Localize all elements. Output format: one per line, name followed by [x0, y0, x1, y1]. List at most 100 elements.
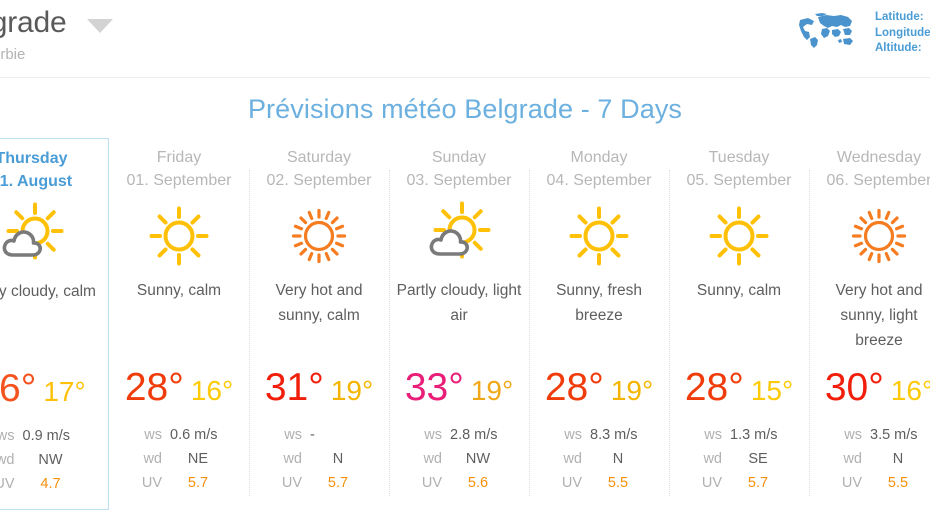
- day-name: Sunday: [431, 149, 487, 166]
- day-date: 04. September: [546, 172, 652, 189]
- weather-condition: Sunny, fresh breeze: [556, 282, 642, 324]
- metric-wind-direction: wd NW: [389, 447, 529, 471]
- forecast-day-column[interactable]: Thursday 31. August Partly cloudy, calm 26°…: [0, 138, 109, 510]
- metric-wind-direction: wd NE: [109, 447, 249, 471]
- metric-value-wd: NW: [465, 451, 491, 467]
- metric-wind-speed: ws 1.3 m/s: [669, 423, 809, 447]
- temperature-low: 19°: [610, 375, 654, 406]
- weather-condition: Sunny, calm: [136, 282, 222, 299]
- weather-condition: Partly cloudy, light air: [396, 282, 522, 324]
- metric-uv-index: UV 5.7: [109, 471, 249, 495]
- geo-label-latitude: Latitude:: [875, 11, 924, 23]
- city-name: Belgrade: [0, 6, 67, 39]
- day-metrics: ws 2.8 m/s wd NW UV 5.6: [389, 423, 529, 495]
- metric-value-ws: 1.3 m/s: [730, 427, 778, 443]
- geo-info: Latitude: 44. Longitude: 20. Altitude: 9…: [795, 10, 930, 57]
- metric-wind-direction: wd NW: [0, 448, 108, 472]
- temperature-low: 15°: [750, 375, 794, 406]
- metric-uv-index: UV 5.7: [669, 471, 809, 495]
- chevron-down-icon[interactable]: [86, 19, 113, 33]
- metric-value-uv: 5.6: [467, 475, 489, 491]
- metric-label-wd: wd: [0, 452, 15, 468]
- forecast-day-column[interactable]: Monday 04. September Sunny, fresh breeze 28…: [529, 138, 669, 510]
- city-selector[interactable]: Belgrade: [0, 6, 113, 40]
- geo-row-latitude: Latitude: 44.: [875, 10, 930, 26]
- metric-label-uv: UV: [0, 476, 15, 492]
- metric-uv-index: UV 4.7: [0, 472, 108, 496]
- day-metrics: ws 3.5 m/s wd N UV 5.5: [809, 423, 930, 495]
- metric-wind-speed: ws 8.3 m/s: [529, 423, 669, 447]
- metric-label-ws: ws: [0, 428, 15, 444]
- temperature-low: 16°: [890, 375, 930, 406]
- metric-uv-index: UV 5.7: [249, 471, 389, 495]
- temperature-pair: 26°17°: [0, 369, 108, 408]
- forecast-day-column[interactable]: Sunday 03. September Partly cloudy, light …: [389, 138, 529, 510]
- temperature-low: 16°: [190, 375, 234, 406]
- temperature-high: 28°: [684, 366, 744, 409]
- metric-value-ws: 0.6 m/s: [170, 427, 218, 443]
- very-hot-sunny-icon: [249, 200, 389, 272]
- temperature-low: 19°: [470, 375, 514, 406]
- metric-wind-speed: ws 2.8 m/s: [389, 423, 529, 447]
- metric-wind-direction: wd SE: [669, 447, 809, 471]
- metric-label-uv: UV: [841, 475, 862, 491]
- metric-label-ws: ws: [144, 427, 162, 443]
- metric-label-wd: wd: [563, 451, 582, 467]
- metric-label-ws: ws: [704, 427, 722, 443]
- metric-value-uv: 5.7: [187, 475, 209, 491]
- metric-value-wd: N: [332, 451, 344, 467]
- day-name: Friday: [156, 149, 202, 166]
- metric-value-wd: N: [892, 451, 904, 467]
- very-hot-sunny-icon: [809, 200, 930, 272]
- metric-value-ws: -: [310, 427, 315, 443]
- metric-value-ws: 0.9 m/s: [22, 428, 71, 444]
- day-date: 05. September: [686, 172, 792, 189]
- forecast-day-column[interactable]: Wednesday 06. September Very hot and sunny…: [809, 138, 930, 510]
- metric-value-ws: 3.5 m/s: [870, 427, 918, 443]
- metric-value-ws: 8.3 m/s: [590, 427, 638, 443]
- metric-value-wd: N: [612, 451, 624, 467]
- forecast-row: Thursday 31. August Partly cloudy, calm 26°…: [0, 138, 930, 510]
- metric-label-uv: UV: [281, 475, 302, 491]
- weather-condition: Partly cloudy, calm: [0, 283, 96, 300]
- day-metrics: ws 0.6 m/s wd NE UV 5.7: [109, 423, 249, 495]
- geo-label-altitude: Altitude:: [875, 42, 922, 54]
- forecast-day-column[interactable]: Saturday 02. September Very hot and sunny,…: [249, 138, 389, 510]
- temperature-high: 30°: [824, 366, 884, 409]
- page-title: Prévisions météo Belgrade - 7 Days: [247, 94, 683, 124]
- metric-wind-speed: ws 0.6 m/s: [109, 423, 249, 447]
- temperature-high: 28°: [544, 366, 604, 409]
- partly-cloudy-icon: [0, 201, 108, 273]
- metric-value-wd: NE: [187, 451, 209, 467]
- metric-label-ws: ws: [564, 427, 582, 443]
- metric-label-wd: wd: [143, 451, 162, 467]
- partly-cloudy-icon: [389, 200, 529, 272]
- day-date: 02. September: [266, 172, 372, 189]
- metric-label-wd: wd: [703, 451, 722, 467]
- metric-label-uv: UV: [701, 475, 722, 491]
- day-name: Saturday: [286, 149, 352, 166]
- day-date: 31. August: [0, 173, 73, 190]
- sunny-icon: [109, 200, 249, 272]
- country-name: Serbie: [0, 46, 26, 63]
- metric-value-wd: NW: [38, 452, 63, 468]
- metric-wind-speed: ws -: [249, 423, 389, 447]
- temperature-pair: 28° 15°: [669, 368, 809, 407]
- temperature-high: 28°: [124, 366, 184, 409]
- metric-value-uv: 4.7: [40, 476, 61, 492]
- metric-uv-index: UV 5.5: [809, 471, 930, 495]
- metric-label-wd: wd: [423, 451, 442, 467]
- geo-row-longitude: Longitude: 20.: [875, 26, 930, 42]
- day-metrics: ws 8.3 m/s wd N UV 5.5: [529, 423, 669, 495]
- metric-wind-direction: wd N: [809, 447, 930, 471]
- day-metrics: ws - wd N UV 5.7: [249, 423, 389, 495]
- day-date: 06. September: [826, 172, 930, 189]
- temperature-pair: 30° 16°: [809, 368, 930, 407]
- geo-table: Latitude: 44. Longitude: 20. Altitude: 9…: [875, 10, 930, 57]
- sunny-icon: [529, 200, 669, 272]
- day-date: 03. September: [406, 172, 512, 189]
- forecast-day-column[interactable]: Friday 01. September Sunny, calm 28° 16° ws 0.…: [109, 138, 249, 510]
- metric-label-uv: UV: [421, 475, 442, 491]
- forecast-day-column[interactable]: Tuesday 05. September Sunny, calm 28° 15° ws 1…: [669, 138, 809, 510]
- temperature-low: 17°: [43, 376, 86, 407]
